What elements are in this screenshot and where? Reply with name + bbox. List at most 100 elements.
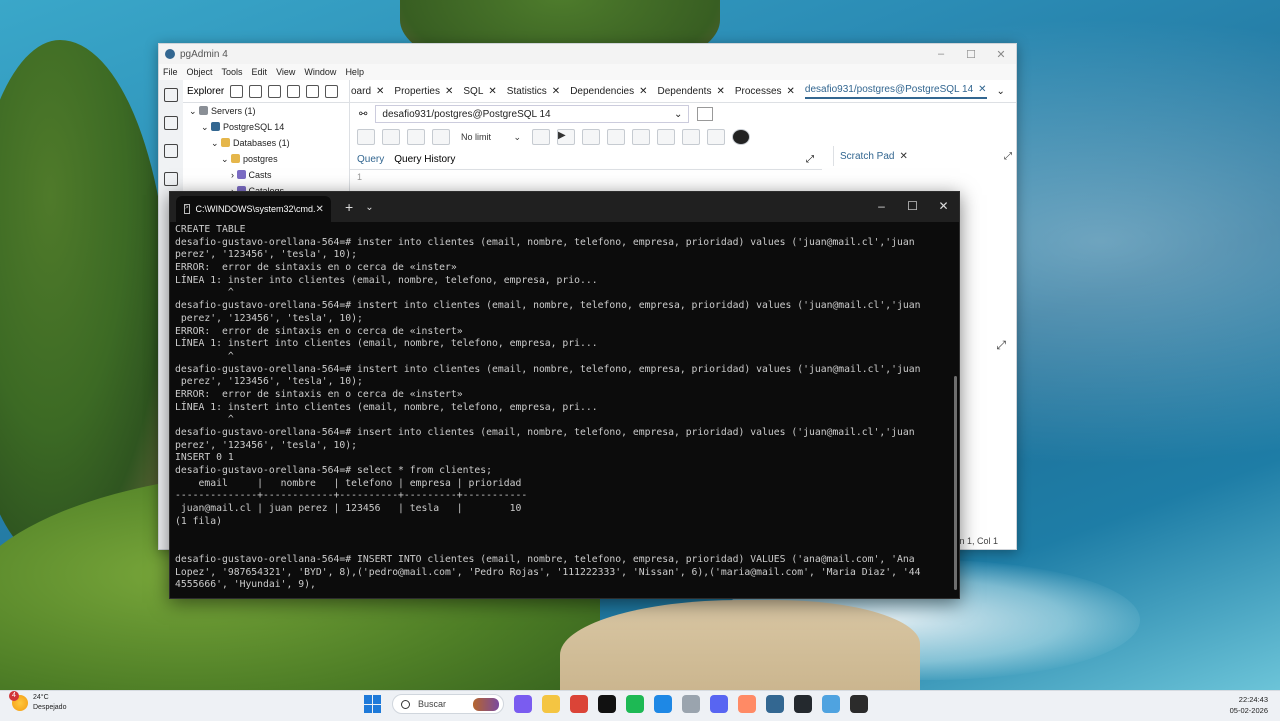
- terminal-line: juan@mail.cl | juan perez | 123456 | tes…: [175, 503, 522, 515]
- tree-item-databases[interactable]: ⌄ Databases (1): [183, 135, 349, 151]
- row-limit-select[interactable]: No limit ⌄: [457, 130, 525, 144]
- tab-query[interactable]: Query: [357, 154, 384, 165]
- minimize-icon[interactable]: –: [926, 48, 956, 61]
- tab-query-history[interactable]: Query History: [394, 154, 455, 165]
- system-clock[interactable]: 22:24:43 05-02-2026: [1230, 694, 1268, 716]
- expand-results-icon[interactable]: ⤢: [996, 338, 1006, 353]
- menu-object[interactable]: Object: [187, 67, 213, 77]
- menu-view[interactable]: View: [276, 67, 295, 77]
- close-tab-icon[interactable]: ✕: [316, 204, 324, 215]
- table-icon[interactable]: [268, 84, 282, 98]
- new-tab-icon[interactable]: +: [345, 199, 353, 215]
- tab-dependents[interactable]: Dependents ✕: [658, 86, 725, 97]
- tab-sql[interactable]: SQL ✕: [463, 86, 496, 97]
- open-file-icon[interactable]: [357, 129, 375, 145]
- scratch-pad-tab[interactable]: Scratch Pad ✕ ⤢: [833, 146, 1020, 166]
- tabs-overflow-icon[interactable]: ⌄: [997, 86, 1005, 97]
- spotify-icon[interactable]: [626, 695, 644, 713]
- tab-processes[interactable]: Processes ✕: [735, 86, 795, 97]
- terminal-line: desafio-gustavo-orellana-564=# instert i…: [175, 363, 921, 375]
- terminal-line: email | nombre | telefono | empresa | pr…: [175, 477, 522, 489]
- tree-item-postgres[interactable]: ⌄ postgres: [183, 151, 349, 167]
- macros-icon[interactable]: [707, 129, 725, 145]
- rollback-icon[interactable]: [682, 129, 700, 145]
- psql-icon[interactable]: [325, 84, 339, 98]
- tab-dashboard[interactable]: oard ✕: [351, 86, 384, 97]
- tab-dropdown-icon[interactable]: ⌄: [365, 202, 373, 213]
- menu-edit[interactable]: Edit: [252, 67, 268, 77]
- terminal-tab[interactable]: > C:\WINDOWS\system32\cmd. ✕: [176, 196, 331, 222]
- menu-help[interactable]: Help: [345, 67, 364, 77]
- terminal-titlebar[interactable]: > C:\WINDOWS\system32\cmd. ✕ + ⌄ – ☐ ✕: [170, 192, 959, 222]
- tab-properties[interactable]: Properties ✕: [394, 86, 453, 97]
- file-explorer-icon[interactable]: [542, 695, 560, 713]
- new-connection-icon[interactable]: [697, 107, 714, 121]
- tab-dependencies[interactable]: Dependencies ✕: [570, 86, 647, 97]
- edit-icon[interactable]: [407, 129, 425, 145]
- database-icon[interactable]: [682, 695, 700, 713]
- schema-diff-icon[interactable]: [164, 172, 178, 186]
- terminal-icon[interactable]: [164, 144, 178, 158]
- pgadmin-icon[interactable]: [766, 695, 784, 713]
- notion-icon[interactable]: [598, 695, 616, 713]
- connection-status-icon[interactable]: ⚯: [359, 109, 367, 120]
- terminal-icon[interactable]: [850, 695, 868, 713]
- terminal-line: perez', '123456', 'tesla', 10);: [175, 312, 363, 324]
- pgadmin-titlebar[interactable]: pgAdmin 4 – ☐ ✕: [159, 44, 1016, 64]
- terminal-close-icon[interactable]: ✕: [928, 192, 959, 222]
- notification-badge: 4: [9, 691, 19, 701]
- save-icon[interactable]: [382, 129, 400, 145]
- explain-icon[interactable]: [607, 129, 625, 145]
- delete-icon[interactable]: [287, 84, 301, 98]
- terminal-maximize-icon[interactable]: ☐: [897, 192, 928, 222]
- discord-icon[interactable]: [710, 695, 728, 713]
- terminal-scrollbar[interactable]: [954, 376, 957, 590]
- taskbar-search[interactable]: Buscar: [392, 694, 504, 714]
- menu-tools[interactable]: Tools: [222, 67, 243, 77]
- tree-item-servers[interactable]: ⌄ Servers (1): [183, 103, 349, 119]
- start-button[interactable]: [364, 695, 382, 713]
- filter-icon[interactable]: [230, 84, 244, 98]
- paint-icon[interactable]: [738, 695, 756, 713]
- terminal-line: ^: [175, 287, 234, 299]
- terminal-window: > C:\WINDOWS\system32\cmd. ✕ + ⌄ – ☐ ✕ C…: [169, 191, 960, 599]
- object-explorer-icon[interactable]: [164, 88, 178, 102]
- terminal-minimize-icon[interactable]: –: [866, 192, 897, 222]
- sql-icon[interactable]: [249, 84, 263, 98]
- execute-icon[interactable]: ▶: [557, 129, 575, 145]
- tree-item-postgresql[interactable]: ⌄ PostgreSQL 14: [183, 119, 349, 135]
- notepad-icon[interactable]: [822, 695, 840, 713]
- tab-statistics[interactable]: Statistics ✕: [507, 86, 560, 97]
- expand-icon[interactable]: ⤢: [806, 154, 814, 165]
- terminal-output[interactable]: CREATE TABLE desafio-gustavo-orellana-564…: [175, 224, 949, 594]
- menu-file[interactable]: File: [163, 67, 178, 77]
- filter-rows-icon[interactable]: [432, 129, 450, 145]
- cmd-icon: >: [184, 204, 190, 214]
- execute-options-icon[interactable]: [582, 129, 600, 145]
- explain-analyze-icon[interactable]: [632, 129, 650, 145]
- chrome-icon[interactable]: [570, 695, 588, 713]
- terminal-line: LÍNEA 1: instert into clientes (email, n…: [175, 338, 598, 350]
- expand-scratch-icon[interactable]: ⤢: [1004, 151, 1012, 162]
- tree-item-casts[interactable]: › Casts: [183, 167, 349, 183]
- terminal-line: ERROR: error de sintaxis en o cerca de «…: [175, 388, 463, 400]
- stop-icon[interactable]: [532, 129, 550, 145]
- search-placeholder: Buscar: [418, 699, 447, 709]
- terminal-line: perez', '123456', 'tesla', 10);: [175, 249, 357, 261]
- help-icon[interactable]: [732, 129, 750, 145]
- maximize-icon[interactable]: ☐: [956, 48, 986, 61]
- close-scratch-icon[interactable]: ✕: [899, 151, 907, 162]
- menu-window[interactable]: Window: [304, 67, 336, 77]
- terminal-line: ^: [175, 350, 234, 362]
- copilot-icon[interactable]: [514, 695, 532, 713]
- vscode-icon[interactable]: [654, 695, 672, 713]
- connection-select[interactable]: desafio931/postgres@PostgreSQL 14 ⌄: [375, 105, 690, 123]
- search-icon[interactable]: [306, 84, 320, 98]
- close-icon[interactable]: ✕: [986, 48, 1016, 61]
- github-icon[interactable]: [794, 695, 812, 713]
- tab-query-tool[interactable]: desafio931/postgres@PostgreSQL 14 ✕: [804, 84, 987, 99]
- weather-widget[interactable]: 4 24°C Despejado: [9, 691, 66, 713]
- database-icon[interactable]: [164, 116, 178, 130]
- commit-icon[interactable]: [657, 129, 675, 145]
